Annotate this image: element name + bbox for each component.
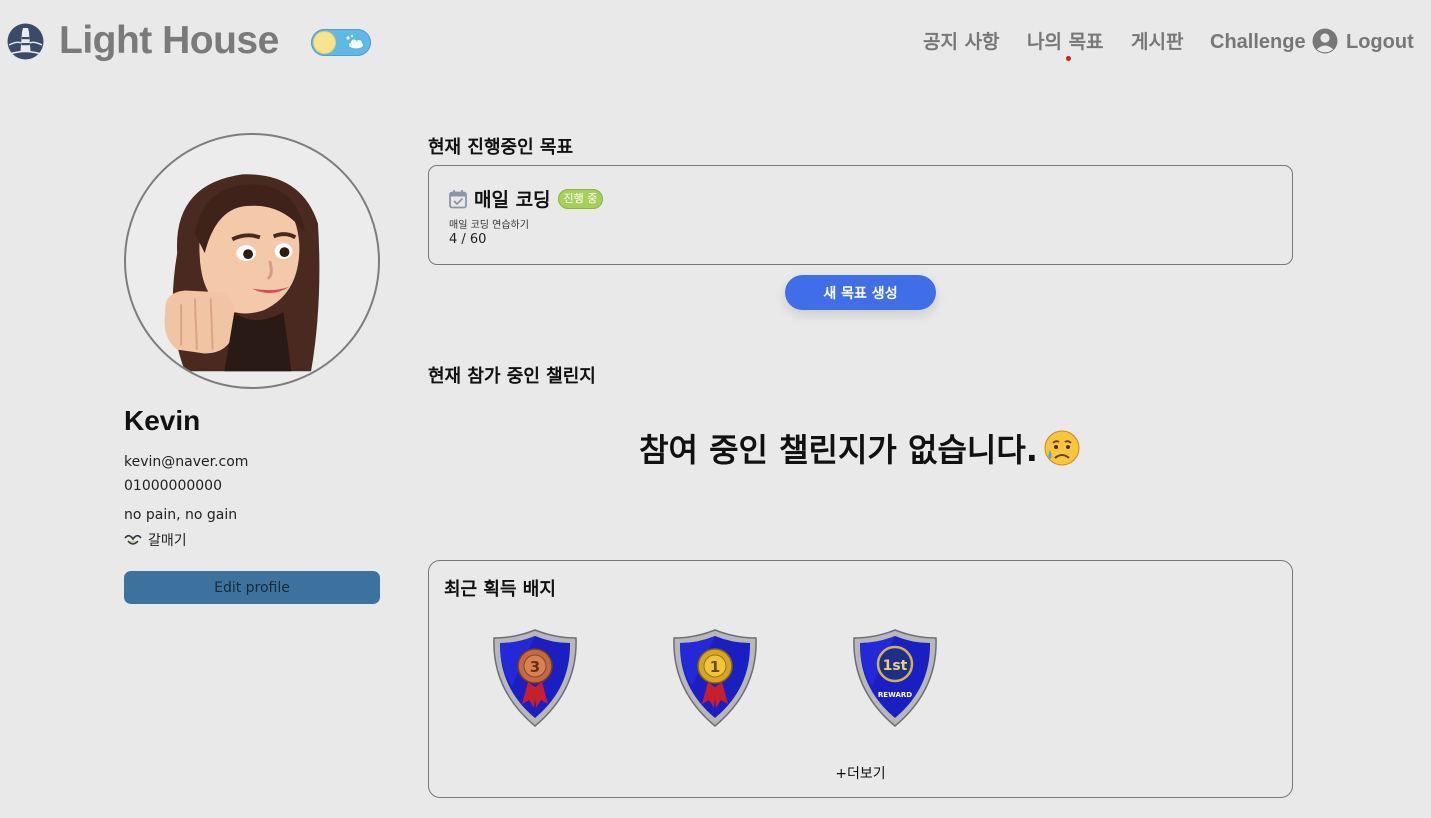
profile-motto: no pain, no gain <box>124 507 238 523</box>
nav-my-goals[interactable]: 나의 목표 <box>1027 27 1104 57</box>
avatar-memoji-image <box>164 174 320 372</box>
goal-progress: 4 / 60 <box>449 232 487 247</box>
nav-logout[interactable]: Logout <box>1346 27 1414 57</box>
user-circle-icon[interactable] <box>1312 28 1338 54</box>
gold-medal-badge-icon[interactable]: 1 <box>672 628 758 728</box>
active-nav-indicator <box>1066 56 1071 61</box>
goal-card[interactable]: 매일 코딩 진행 중 매일 코딩 연습하기 4 / 60 <box>428 165 1293 265</box>
goal-title[interactable]: 매일 코딩 <box>474 185 551 212</box>
status-badge: 진행 중 <box>557 188 604 209</box>
profile-nickname-label: 갈매기 <box>148 533 187 549</box>
calendar-check-icon <box>449 189 467 208</box>
profile-nickname: 갈매기 <box>124 530 187 550</box>
profile-email: kevin@naver.com <box>124 454 249 470</box>
top-nav: 공지 사항 나의 목표 게시판 Challenge Logout <box>0 27 1431 57</box>
profile-name: Kevin <box>124 405 201 436</box>
nav-notice[interactable]: 공지 사항 <box>923 27 1000 57</box>
current-goals-title: 현재 진행중인 목표 <box>428 137 574 158</box>
profile-phone: 01000000000 <box>124 478 222 494</box>
badge-rank-label: 1st <box>883 658 908 674</box>
edit-profile-button[interactable]: Edit profile <box>124 571 380 604</box>
badge-medal-number: 1 <box>710 658 720 676</box>
goal-header: 매일 코딩 진행 중 <box>448 185 604 212</box>
nav-challenge[interactable]: Challenge <box>1210 27 1306 57</box>
new-goal-button[interactable]: 새 목표 생성 <box>785 275 936 310</box>
current-challenges-title: 현재 참가 중인 챌린지 <box>428 366 596 387</box>
sad-tear-face-icon <box>1044 430 1080 466</box>
badge-card: 최근 획득 배지 3 1 1st REWARD +더보기 <box>428 560 1293 798</box>
bronze-medal-badge-icon[interactable]: 3 <box>492 628 578 728</box>
header: Light House 공지 사항 나의 목표 게시판 Challenge Lo… <box>0 0 1431 84</box>
seagull-icon <box>124 534 142 545</box>
more-badges-link[interactable]: +더보기 <box>429 763 1292 783</box>
recent-badges-title: 최근 획득 배지 <box>444 579 556 600</box>
avatar <box>124 133 380 389</box>
badge-medal-number: 3 <box>530 658 540 676</box>
badge-caption: REWARD <box>878 691 912 699</box>
page: Light House 공지 사항 나의 목표 게시판 Challenge Lo… <box>0 0 1431 818</box>
empty-challenge-text: 참여 중인 챌린지가 없습니다. <box>639 431 1038 469</box>
first-reward-badge-icon[interactable]: 1st REWARD <box>852 628 938 728</box>
nav-board[interactable]: 게시판 <box>1131 27 1183 57</box>
goal-description: 매일 코딩 연습하기 <box>449 220 529 231</box>
empty-challenge-message: 참여 중인 챌린지가 없습니다. <box>428 425 1293 471</box>
